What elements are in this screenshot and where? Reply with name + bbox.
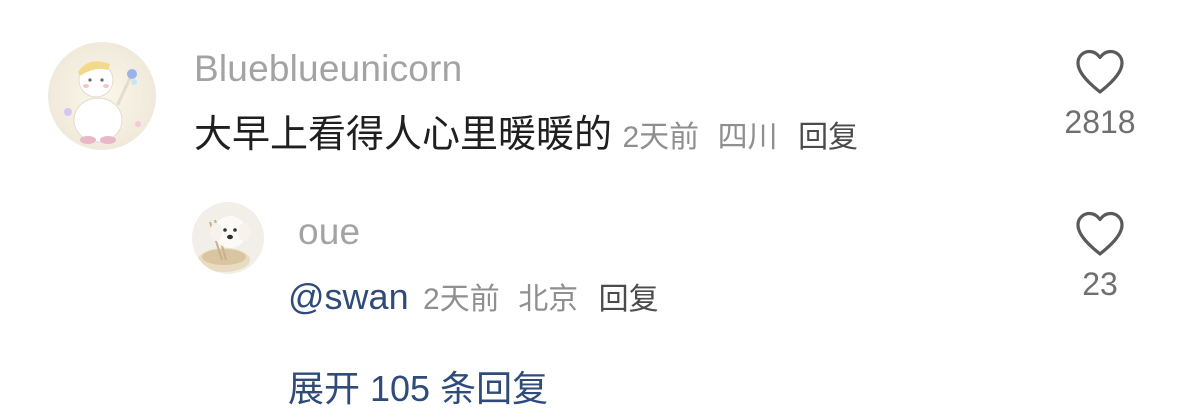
comment-avatar[interactable] (48, 42, 156, 150)
expand-replies-button[interactable]: 展开 105 条回复 (288, 360, 548, 412)
comment-reply-button[interactable]: 回复 (798, 121, 858, 154)
comment-location: 四川 (717, 121, 778, 154)
heart-outline-icon (1076, 49, 1124, 94)
comment-body-row: 大早上看得人心里暖暖的 2天前 四川 回复 (194, 116, 858, 154)
reply-time: 2天前 (423, 283, 500, 316)
heart-outline-icon (1076, 211, 1124, 256)
reply-like-button[interactable]: 23 (1050, 210, 1150, 303)
comment-like-count: 2818 (1064, 104, 1136, 140)
reply-username[interactable]: oue (298, 213, 360, 250)
reply-reply-button[interactable]: 回复 (599, 283, 659, 316)
reply-like-count: 23 (1082, 266, 1118, 302)
reply-avatar[interactable] (192, 202, 264, 274)
comment-like-button[interactable]: 2818 (1050, 48, 1150, 141)
comment-username[interactable]: Blueblueunicorn (194, 50, 462, 87)
comment-text: 大早上看得人心里暖暖的 (194, 114, 613, 156)
comment-time: 2天前 (622, 121, 700, 154)
reply-body-row: @swan 2天前 北京 回复 (288, 279, 659, 315)
reply-location: 北京 (518, 283, 579, 316)
reply-mention[interactable]: @swan (288, 276, 409, 317)
